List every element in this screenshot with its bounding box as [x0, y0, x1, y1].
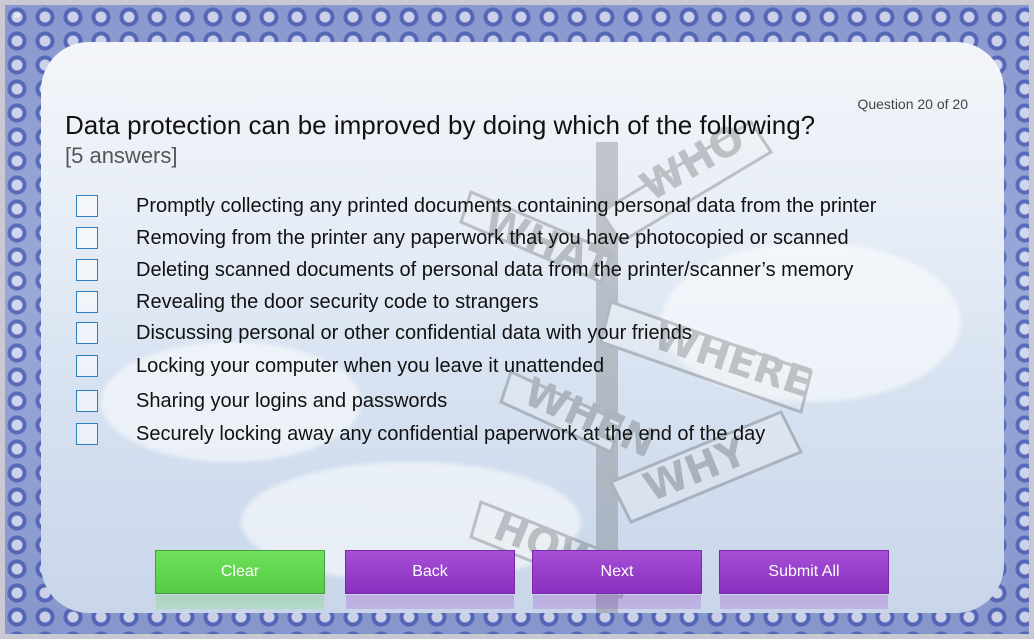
signpost-word: WHEN	[517, 369, 662, 467]
answer-checkbox[interactable]	[76, 355, 98, 377]
clear-button[interactable]: Clear	[155, 550, 325, 594]
answer-option[interactable]: Revealing the door security code to stra…	[76, 289, 538, 315]
answer-option-label: Securely locking away any confidential p…	[136, 422, 766, 445]
answer-option-label: Promptly collecting any printed document…	[136, 194, 877, 217]
answer-checkbox[interactable]	[76, 227, 98, 249]
answer-option[interactable]: Locking your computer when you leave it …	[76, 353, 604, 379]
answer-option-label: Deleting scanned documents of personal d…	[136, 258, 854, 281]
answer-checkbox[interactable]	[76, 291, 98, 313]
back-button[interactable]: Back	[345, 550, 515, 594]
answer-checkbox[interactable]	[76, 390, 98, 412]
answer-option[interactable]: Sharing your logins and passwords	[76, 388, 447, 414]
answer-option-label: Sharing your logins and passwords	[136, 389, 448, 412]
answer-option[interactable]: Promptly collecting any printed document…	[76, 193, 876, 219]
submit-all-button[interactable]: Submit All	[719, 550, 889, 594]
answer-option-label: Removing from the printer any paperwork …	[136, 226, 849, 249]
next-button[interactable]: Next	[532, 550, 702, 594]
question-title: Data protection can be improved by doing…	[65, 110, 816, 140]
answer-option[interactable]: Discussing personal or other confidentia…	[76, 320, 692, 346]
answer-count-hint: [5 answers]	[65, 143, 178, 168]
answer-option[interactable]: Securely locking away any confidential p…	[76, 421, 765, 447]
collapse-menu-icon[interactable]: »	[13, 9, 21, 23]
answer-option[interactable]: Deleting scanned documents of personal d…	[76, 257, 853, 283]
answer-checkbox[interactable]	[76, 322, 98, 344]
question-card: WHO WHAT WHERE WHEN WHY HOW Question 20 …	[41, 42, 1004, 613]
answer-option-label: Revealing the door security code to stra…	[136, 290, 539, 313]
signpost-illustration: WHO WHAT WHERE WHEN WHY HOW	[459, 115, 817, 613]
answer-option-label: Locking your computer when you leave it …	[136, 354, 605, 377]
answer-option-label: Discussing personal or other confidentia…	[136, 321, 692, 344]
answer-checkbox[interactable]	[76, 259, 98, 281]
answer-option[interactable]: Removing from the printer any paperwork …	[76, 225, 849, 251]
question-counter: Question 20 of 20	[857, 96, 968, 112]
answer-checkbox[interactable]	[76, 195, 98, 217]
app-frame: » WHO WHAT WHERE WHEN WHY HOW Question 2…	[0, 0, 1034, 639]
answer-checkbox[interactable]	[76, 423, 98, 445]
